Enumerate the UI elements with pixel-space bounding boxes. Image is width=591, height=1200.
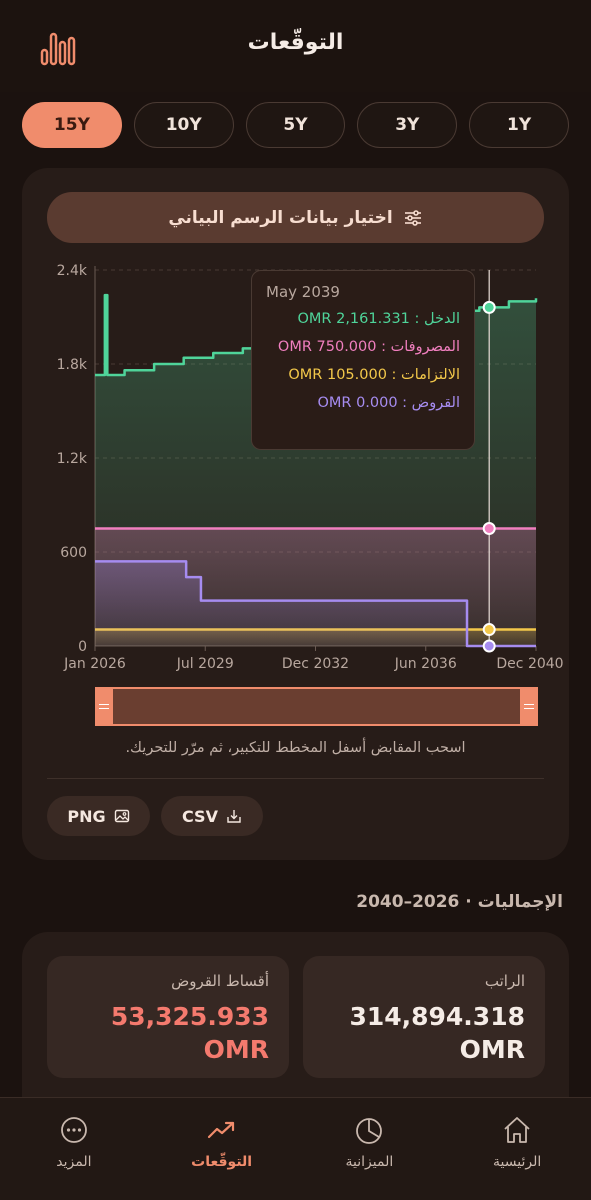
tooltip-date: May 2039 xyxy=(266,283,340,301)
nav-budget-label: الميزانية xyxy=(345,1154,394,1170)
period-3y-button[interactable]: 3Y xyxy=(357,102,458,148)
nav-more-label: المزيد xyxy=(56,1154,92,1170)
export-png-label: PNG xyxy=(67,806,106,826)
nav-forecasts[interactable]: التوقّعات xyxy=(148,1098,296,1200)
nav-home-label: الرئيسية xyxy=(493,1154,542,1170)
export-png-button[interactable]: PNG xyxy=(47,796,150,836)
divider xyxy=(47,778,544,779)
totals-section-title: الإجماليات · 2026–2040 xyxy=(356,892,563,912)
export-csv-label: CSV xyxy=(182,806,218,826)
bottom-nav: المزيد التوقّعات الميزانية الرئيسية xyxy=(0,1097,591,1200)
commitments-series-marker xyxy=(482,623,496,637)
x-tick-label: Dec 2040 xyxy=(496,656,563,672)
chart-card: اختيار بيانات الرسم البياني 0 600 1.2k 1.8k… xyxy=(22,168,569,860)
y-tick-label: 0 xyxy=(78,639,87,655)
x-tick-label: Jun 2036 xyxy=(394,656,457,672)
salary-label: الراتب xyxy=(484,972,525,990)
period-selector: 15Y 10Y 5Y 3Y 1Y xyxy=(22,102,569,148)
app-header: التوقّعات xyxy=(0,0,591,92)
nav-forecasts-label: التوقّعات xyxy=(191,1154,253,1170)
tooltip-income: الدخل : 2,161.331 OMR xyxy=(297,311,460,327)
zoom-hint: اسحب المقابض أسفل المخطط للتكبير، ثم مرّ… xyxy=(125,740,466,756)
nav-home[interactable]: الرئيسية xyxy=(443,1098,591,1200)
tooltip-commitments: الالتزامات : 105.000 OMR xyxy=(288,367,460,383)
salary-unit: OMR xyxy=(459,1035,525,1064)
nav-more[interactable]: المزيد xyxy=(0,1098,148,1200)
salary-value: 314,894.318 xyxy=(349,1002,525,1031)
expenses-series-marker xyxy=(482,522,496,535)
home-icon xyxy=(504,1117,530,1143)
loan-installments-unit: OMR xyxy=(203,1035,269,1064)
x-tick-label: Jan 2026 xyxy=(63,656,126,672)
trend-icon xyxy=(207,1121,234,1139)
download-icon xyxy=(227,810,241,823)
zoom-handle-right[interactable] xyxy=(520,687,538,726)
period-15y-button[interactable]: 15Y xyxy=(22,102,122,148)
salary-stat: الراتب 314,894.318 OMR xyxy=(303,956,545,1078)
y-tick-label: 2.4k xyxy=(57,263,88,279)
more-dots-icon xyxy=(60,1117,87,1143)
tooltip-expenses: المصروفات : 750.000 OMR xyxy=(277,339,460,355)
loan-installments-stat: أقساط القروض 53,325.933 OMR xyxy=(47,956,289,1078)
period-1y-button[interactable]: 1Y xyxy=(469,102,569,148)
export-csv-button[interactable]: CSV xyxy=(161,796,263,836)
period-10y-button[interactable]: 10Y xyxy=(133,102,234,148)
loan-installments-label: أقساط القروض xyxy=(171,972,269,990)
loan-installments-value: 53,325.933 xyxy=(110,1002,269,1031)
tooltip-loans: القروض : 0.000 OMR xyxy=(317,395,460,411)
zoom-handle-left[interactable] xyxy=(95,687,113,726)
y-tick-label: 1.2k xyxy=(57,451,88,467)
x-tick-label: Jul 2029 xyxy=(176,656,234,672)
nav-budget[interactable]: الميزانية xyxy=(296,1098,444,1200)
period-5y-button[interactable]: 5Y xyxy=(245,102,346,148)
x-tick-label: Dec 2032 xyxy=(282,656,349,672)
image-icon xyxy=(114,809,129,823)
income-series-marker xyxy=(482,300,496,314)
page-title: التوقّعات xyxy=(247,30,344,55)
loans-series-marker xyxy=(482,639,496,653)
y-tick-label: 1.8k xyxy=(57,357,88,373)
zoom-range-scrubber[interactable] xyxy=(95,687,538,726)
chart-tooltip: May 2039 الدخل : 2,161.331 OMR المصروفات… xyxy=(251,270,475,450)
pie-chart-icon xyxy=(356,1118,383,1144)
y-tick-label: 600 xyxy=(60,545,87,561)
